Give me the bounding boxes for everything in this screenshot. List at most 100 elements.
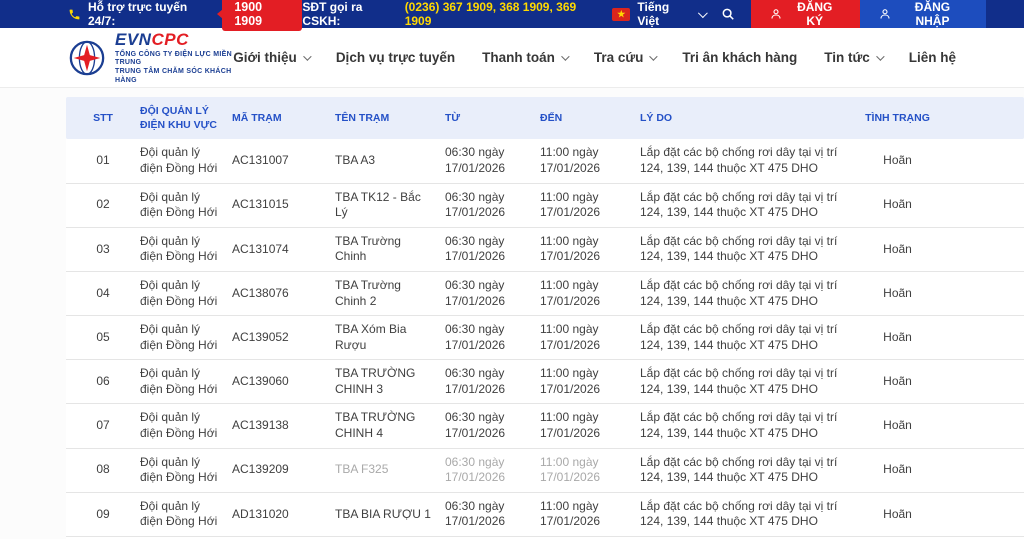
cell-ly_do: Lắp đặt các bộ chống rơi dây tại vị trí … <box>640 404 855 447</box>
cell-ma_tram: AD131020 <box>232 501 335 529</box>
evncpc-logo[interactable]: EVNCPC TỔNG CÔNG TY ĐIỆN LỰC MIỀN TRUNG … <box>68 29 233 85</box>
cell-ly_do: Lắp đặt các bộ chống rơi dây tại vị trí … <box>640 272 855 315</box>
nav-item-3[interactable]: Tra cứu <box>594 50 656 65</box>
column-header: TỪ <box>445 104 540 132</box>
cell-ma_tram: AC131007 <box>232 147 335 175</box>
nav-item-4[interactable]: Tri ân khách hàng <box>682 50 797 65</box>
company-line2: TRUNG TÂM CHĂM SÓC KHÁCH HÀNG <box>115 68 233 86</box>
cell-stt: 07 <box>66 412 140 440</box>
cell-ly_do: Lắp đặt các bộ chống rơi dây tại vị trí … <box>640 493 855 536</box>
language-selector[interactable]: Tiếng Việt <box>637 0 704 28</box>
brand-cpc: CPC <box>151 30 188 49</box>
cell-stt: 05 <box>66 324 140 352</box>
table-row: 03Đội quản lý điện Đồng HớiAC131074TBA T… <box>66 228 1024 272</box>
site-header: EVNCPC TỔNG CÔNG TY ĐIỆN LỰC MIỀN TRUNG … <box>0 28 1024 88</box>
hotline-number-badge[interactable]: 1900 1909 <box>222 0 302 31</box>
cskh-numbers: (0236) 367 1909, 368 1909, 369 1909 <box>405 0 598 28</box>
table-row: 08Đội quản lý điện Đồng HớiAC139209TBA F… <box>66 449 1024 493</box>
cell-tinh_trang: Hoãn <box>855 236 940 264</box>
cell-den: 11:00 ngày 17/01/2026 <box>540 184 640 227</box>
company-line1: TỔNG CÔNG TY ĐIỆN LỰC MIỀN TRUNG <box>115 51 233 69</box>
table-row: 01Đội quản lý điện Đồng HớiAC131007TBA A… <box>66 139 1024 183</box>
cell-doi: Đội quản lý điện Đồng Hới <box>140 228 232 271</box>
hotline-group: Hỗ trợ trực tuyến 24/7: 1900 1909 <box>68 0 302 31</box>
chevron-down-icon <box>303 52 311 60</box>
logo-text-block: EVNCPC TỔNG CÔNG TY ĐIỆN LỰC MIỀN TRUNG … <box>115 29 233 85</box>
cell-den: 11:00 ngày 17/01/2026 <box>540 139 640 182</box>
cell-den: 11:00 ngày 17/01/2026 <box>540 449 640 492</box>
cell-ly_do: Lắp đặt các bộ chống rơi dây tại vị trí … <box>640 449 855 492</box>
column-header: ĐẾN <box>540 104 640 132</box>
hotline-label: Hỗ trợ trực tuyến 24/7: <box>88 0 211 28</box>
cell-doi: Đội quản lý điện Đồng Hới <box>140 316 232 359</box>
evn-star-icon <box>68 39 106 77</box>
column-header: STT <box>66 104 140 132</box>
register-button[interactable]: ĐĂNG KÝ <box>751 0 860 28</box>
cell-ten_tram: TBA Trường Chinh <box>335 228 445 271</box>
cell-den: 11:00 ngày 17/01/2026 <box>540 316 640 359</box>
cell-ma_tram: AC139138 <box>232 412 335 440</box>
cell-tinh_trang: Hoãn <box>855 191 940 219</box>
table-row: 05Đội quản lý điện Đồng HớiAC139052TBA X… <box>66 316 1024 360</box>
main-nav: Giới thiệu Dịch vụ trực tuyến Thanh toán Tr… <box>233 50 956 65</box>
chevron-down-icon <box>561 52 569 60</box>
cell-ly_do: Lắp đặt các bộ chống rơi dây tại vị trí … <box>640 360 855 403</box>
cell-stt: 03 <box>66 236 140 264</box>
cell-stt: 04 <box>66 280 140 308</box>
cell-ly_do: Lắp đặt các bộ chống rơi dây tại vị trí … <box>640 184 855 227</box>
top-bar: Hỗ trợ trực tuyến 24/7: 1900 1909 SĐT gọ… <box>0 0 1024 28</box>
cell-ten_tram: TBA A3 <box>335 147 445 175</box>
table-row: 09Đội quản lý điện Đồng HớiAD131020TBA B… <box>66 493 1024 537</box>
brand-name: EVNCPC <box>115 29 233 50</box>
cell-den: 11:00 ngày 17/01/2026 <box>540 493 640 536</box>
table-row: 06Đội quản lý điện Đồng HớiAC139060TBA T… <box>66 360 1024 404</box>
table-row: 07Đội quản lý điện Đồng HớiAC139138TBA T… <box>66 404 1024 448</box>
cell-tinh_trang: Hoãn <box>855 456 940 484</box>
column-header: ĐỘI QUẢN LÝ ĐIỆN KHU VỰC <box>140 97 232 139</box>
nav-item-label: Tra cứu <box>594 50 644 65</box>
cell-stt: 06 <box>66 368 140 396</box>
column-header: LÝ DO <box>640 104 855 132</box>
cell-den: 11:00 ngày 17/01/2026 <box>540 228 640 271</box>
cell-tu: 06:30 ngày 17/01/2026 <box>445 184 540 227</box>
nav-item-6[interactable]: Liên hệ <box>909 50 956 65</box>
cell-stt: 09 <box>66 501 140 529</box>
cell-den: 11:00 ngày 17/01/2026 <box>540 272 640 315</box>
login-button[interactable]: ĐĂNG NHẬP <box>860 0 986 28</box>
cell-ten_tram: TBA BIA RƯỢU 1 <box>335 501 445 529</box>
cskh-group: SĐT gọi ra CSKH: (0236) 367 1909, 368 19… <box>302 0 598 28</box>
main-content: STTĐỘI QUẢN LÝ ĐIỆN KHU VỰCMÃ TRẠMTÊN TR… <box>0 88 1024 539</box>
search-button[interactable] <box>721 7 735 21</box>
table-body: 01Đội quản lý điện Đồng HớiAC131007TBA A… <box>66 139 1024 539</box>
cell-ma_tram: AC139060 <box>232 368 335 396</box>
cell-ma_tram: AC131074 <box>232 236 335 264</box>
cell-ma_tram: AC139209 <box>232 456 335 484</box>
cell-tu: 06:30 ngày 17/01/2026 <box>445 360 540 403</box>
cell-ly_do: Lắp đặt các bộ chống rơi dây tại vị trí … <box>640 139 855 182</box>
cell-ten_tram: TBA Xóm Bia Rượu <box>335 316 445 359</box>
cskh-label: SĐT gọi ra CSKH: <box>302 0 399 28</box>
cell-tinh_trang: Hoãn <box>855 368 940 396</box>
cell-stt: 08 <box>66 456 140 484</box>
cell-ma_tram: AC131015 <box>232 191 335 219</box>
table-header-row: STTĐỘI QUẢN LÝ ĐIỆN KHU VỰCMÃ TRẠMTÊN TR… <box>66 97 1024 139</box>
cell-stt: 02 <box>66 191 140 219</box>
cell-doi: Đội quản lý điện Đồng Hới <box>140 449 232 492</box>
table-row: 04Đội quản lý điện Đồng HớiAC138076TBA T… <box>66 272 1024 316</box>
cell-tu: 06:30 ngày 17/01/2026 <box>445 449 540 492</box>
cell-doi: Đội quản lý điện Đồng Hới <box>140 404 232 447</box>
cell-tinh_trang: Hoãn <box>855 501 940 529</box>
nav-item-label: Thanh toán <box>482 50 555 65</box>
nav-item-label: Liên hệ <box>909 50 956 65</box>
cell-doi: Đội quản lý điện Đồng Hới <box>140 184 232 227</box>
vietnam-flag-icon: ★ <box>612 8 630 21</box>
column-header: TÌNH TRẠNG <box>855 104 940 132</box>
chevron-down-icon <box>650 52 658 60</box>
nav-item-label: Dịch vụ trực tuyến <box>336 50 455 65</box>
cell-tinh_trang: Hoãn <box>855 280 940 308</box>
nav-item-5[interactable]: Tin tức <box>824 50 882 65</box>
nav-item-1[interactable]: Dịch vụ trực tuyến <box>336 50 455 65</box>
nav-item-2[interactable]: Thanh toán <box>482 50 567 65</box>
column-header: TÊN TRẠM <box>335 104 445 132</box>
nav-item-0[interactable]: Giới thiệu <box>233 50 309 65</box>
